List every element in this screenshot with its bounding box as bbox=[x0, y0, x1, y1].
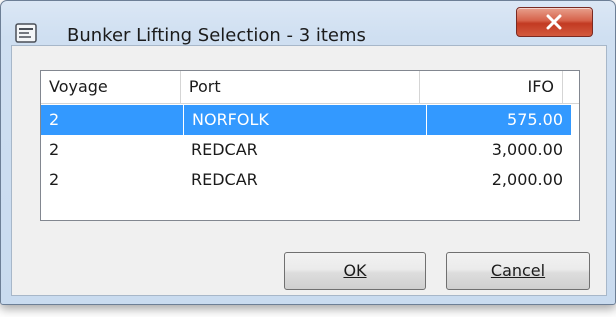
close-button[interactable] bbox=[516, 7, 593, 37]
cell-voyage: 2 bbox=[49, 170, 60, 189]
cancel-button[interactable]: Cancel bbox=[446, 252, 590, 290]
column-header-port[interactable]: Port bbox=[181, 71, 421, 103]
cell-port: NORFOLK bbox=[183, 105, 426, 135]
document-window-icon bbox=[15, 23, 37, 43]
column-header-voyage[interactable]: Voyage bbox=[41, 71, 181, 103]
cell-voyage: 2 bbox=[49, 110, 60, 129]
cell-voyage: 2 bbox=[49, 140, 60, 159]
cell-port: REDCAR bbox=[191, 140, 258, 159]
list-row[interactable]: 2 REDCAR 3,000.00 bbox=[41, 135, 571, 165]
window-title: Bunker Lifting Selection - 3 items bbox=[67, 25, 366, 46]
cell-ifo: 3,000.00 bbox=[491, 140, 563, 159]
title-bar[interactable]: Bunker Lifting Selection - 3 items bbox=[1, 1, 615, 46]
column-header-ifo[interactable]: IFO bbox=[420, 71, 563, 103]
bunker-list[interactable]: Voyage Port IFO 2 NORFOLK 575.00 2 REDCA… bbox=[40, 70, 580, 221]
dialog-window: Bunker Lifting Selection - 3 items Voyag… bbox=[0, 0, 616, 305]
list-header: Voyage Port IFO bbox=[41, 71, 579, 104]
column-header-filler bbox=[563, 71, 579, 103]
dialog-body: Voyage Port IFO 2 NORFOLK 575.00 2 REDCA… bbox=[11, 45, 607, 296]
cell-ifo: 2,000.00 bbox=[491, 170, 563, 189]
cell-port: REDCAR bbox=[191, 170, 258, 189]
list-row[interactable]: 2 NORFOLK 575.00 bbox=[41, 105, 571, 135]
cell-ifo: 575.00 bbox=[426, 105, 571, 135]
ok-button[interactable]: OK bbox=[284, 252, 426, 290]
list-row[interactable]: 2 REDCAR 2,000.00 bbox=[41, 165, 571, 195]
